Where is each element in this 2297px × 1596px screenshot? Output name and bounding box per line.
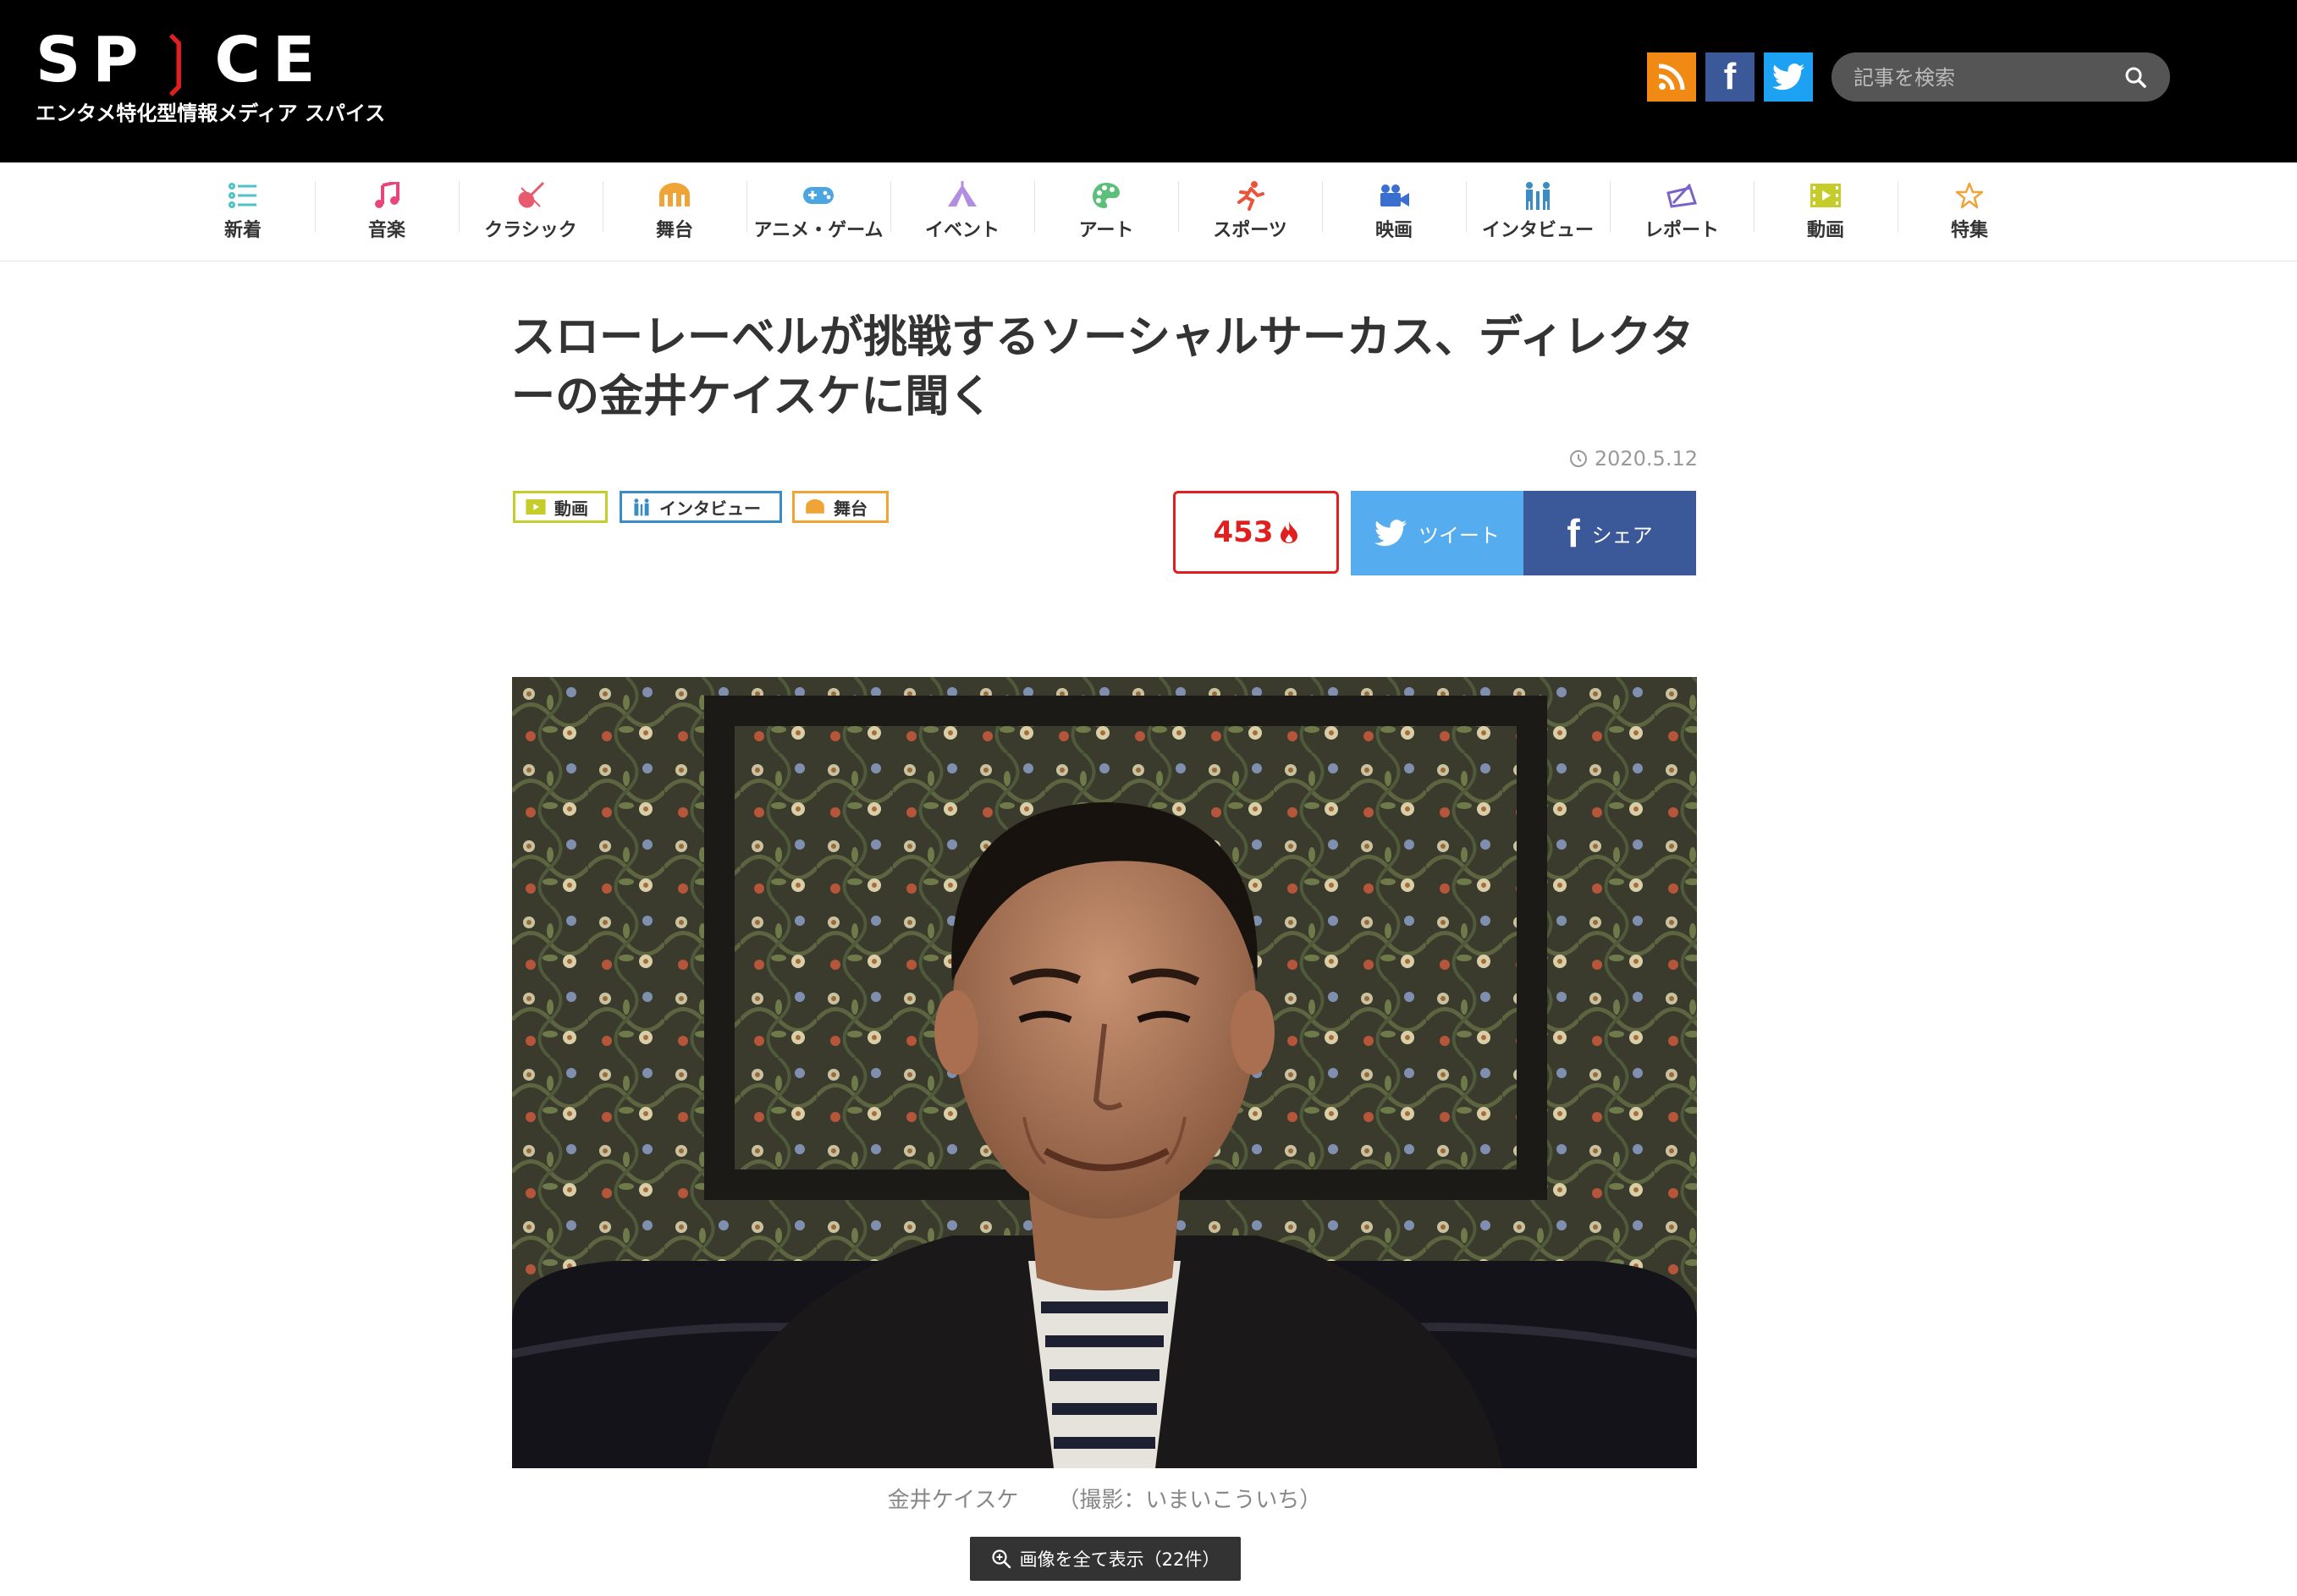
nav-label: 映画 [1374, 220, 1413, 241]
nav-label: 音楽 [367, 220, 405, 241]
tweet-button[interactable]: ツイート [1351, 491, 1523, 575]
nav-item-video[interactable]: 動画 [1754, 162, 1898, 261]
film-icon [1810, 184, 1841, 207]
report-icon [1666, 183, 1697, 208]
nav-item-classic[interactable]: クラシック [459, 162, 603, 261]
nav-label: 舞台 [655, 220, 693, 241]
site-tagline: エンタメ特化型情報メディア スパイス [36, 102, 386, 125]
video-camera-icon [1380, 184, 1409, 206]
nav-item-movie[interactable]: 映画 [1322, 162, 1467, 261]
tag-interview[interactable]: インタビュー [620, 491, 782, 523]
nav-item-interview[interactable]: インタビュー [1466, 162, 1611, 261]
facebook-share-button[interactable]: f シェア [1523, 491, 1696, 575]
nav-item-report[interactable]: レポート [1610, 162, 1754, 261]
nav-label: 特集 [1950, 220, 1988, 241]
violin-icon [518, 181, 545, 208]
nav-label: アニメ・ゲーム [753, 220, 884, 241]
stage-icon [659, 183, 690, 206]
music-note-icon [375, 182, 399, 208]
tag-label: インタビュー [659, 498, 761, 519]
rss-icon [1658, 63, 1685, 91]
nav-item-art[interactable]: アート [1034, 162, 1179, 261]
view-all-images-button[interactable]: 画像を全て表示（22件） [970, 1537, 1241, 1581]
twitter-icon [1772, 63, 1804, 91]
view-all-label: 画像を全て表示（22件） [1019, 1549, 1220, 1570]
nav-label: インタビュー [1481, 220, 1594, 241]
film-icon [526, 499, 546, 515]
search-box [1832, 52, 2170, 103]
clock-icon [1569, 450, 1587, 467]
star-icon [1956, 182, 1983, 209]
search-input[interactable] [1852, 52, 2109, 103]
nav-item-anime-game[interactable]: アニメ・ゲーム [746, 162, 891, 261]
nav-label: スポーツ [1213, 220, 1287, 241]
share-label: シェア [1591, 523, 1653, 548]
nav-item-new[interactable]: 新着 [171, 162, 316, 261]
article-main-photo[interactable] [512, 677, 1697, 1468]
tag-stage[interactable]: 舞台 [792, 491, 889, 523]
site-logo[interactable]: SP❳CE エンタメ特化型情報メディア スパイス [36, 29, 385, 126]
nav-item-sports[interactable]: スポーツ [1178, 162, 1323, 261]
rss-button[interactable] [1647, 52, 1696, 102]
nav-label: イベント [924, 220, 1000, 241]
nav-label: レポート [1644, 220, 1719, 241]
stage-icon [806, 499, 824, 514]
caption-name: 金井ケイスケ [887, 1488, 1019, 1513]
photo-caption: 金井ケイスケ （撮影：いまいこういち） [512, 1483, 1697, 1514]
twitter-icon [1374, 520, 1407, 547]
nav-label: アート [1078, 220, 1134, 241]
logo-wordmark: SP❳CE [36, 24, 328, 96]
nav-label: 新着 [223, 220, 262, 241]
nav-label: 動画 [1806, 220, 1844, 241]
category-nav: 新着 音楽 クラシック 舞台 アニメ・ゲーム イベント アート スポーツ 映画 … [0, 162, 2297, 261]
zoom-in-icon [992, 1549, 1011, 1569]
twitter-button[interactable] [1764, 52, 1813, 102]
tent-icon [948, 181, 977, 206]
runner-icon [1237, 181, 1264, 211]
facebook-icon: f [1567, 511, 1580, 555]
nav-item-event[interactable]: イベント [890, 162, 1035, 261]
search-icon[interactable] [2124, 66, 2146, 88]
article-title: スローレーベルが挑戦するソーシャルサーカス、ディレクターの金井ケイスケに聞く [511, 312, 1694, 422]
nav-item-stage[interactable]: 舞台 [603, 162, 747, 261]
tag-label: 舞台 [834, 498, 868, 519]
like-counter-button[interactable]: 453 [1173, 491, 1339, 574]
facebook-button[interactable]: f [1705, 52, 1754, 102]
flame-icon [1281, 521, 1298, 543]
nav-label: クラシック [484, 220, 577, 241]
date-text: 2020.5.12 [1594, 447, 1698, 471]
publish-date: 2020.5.12 [1566, 447, 1698, 471]
list-icon [229, 183, 256, 208]
nav-item-feature[interactable]: 特集 [1898, 162, 2041, 261]
palette-icon [1093, 183, 1120, 208]
tag-video[interactable]: 動画 [513, 491, 608, 523]
gamepad-icon [803, 187, 834, 204]
tweet-label: ツイート [1418, 523, 1500, 548]
tag-label: 動画 [554, 498, 588, 519]
interview-icon [1526, 182, 1550, 210]
facebook-icon: f [1723, 56, 1737, 97]
portrait-photo-image [512, 677, 1697, 1468]
interview-icon [634, 498, 649, 516]
caption-credit: （撮影：いまいこういち） [1057, 1488, 1322, 1513]
nav-item-music[interactable]: 音楽 [315, 162, 460, 261]
like-count: 453 [1213, 515, 1274, 549]
site-header: SP❳CE エンタメ特化型情報メディア スパイス f [0, 0, 2297, 162]
